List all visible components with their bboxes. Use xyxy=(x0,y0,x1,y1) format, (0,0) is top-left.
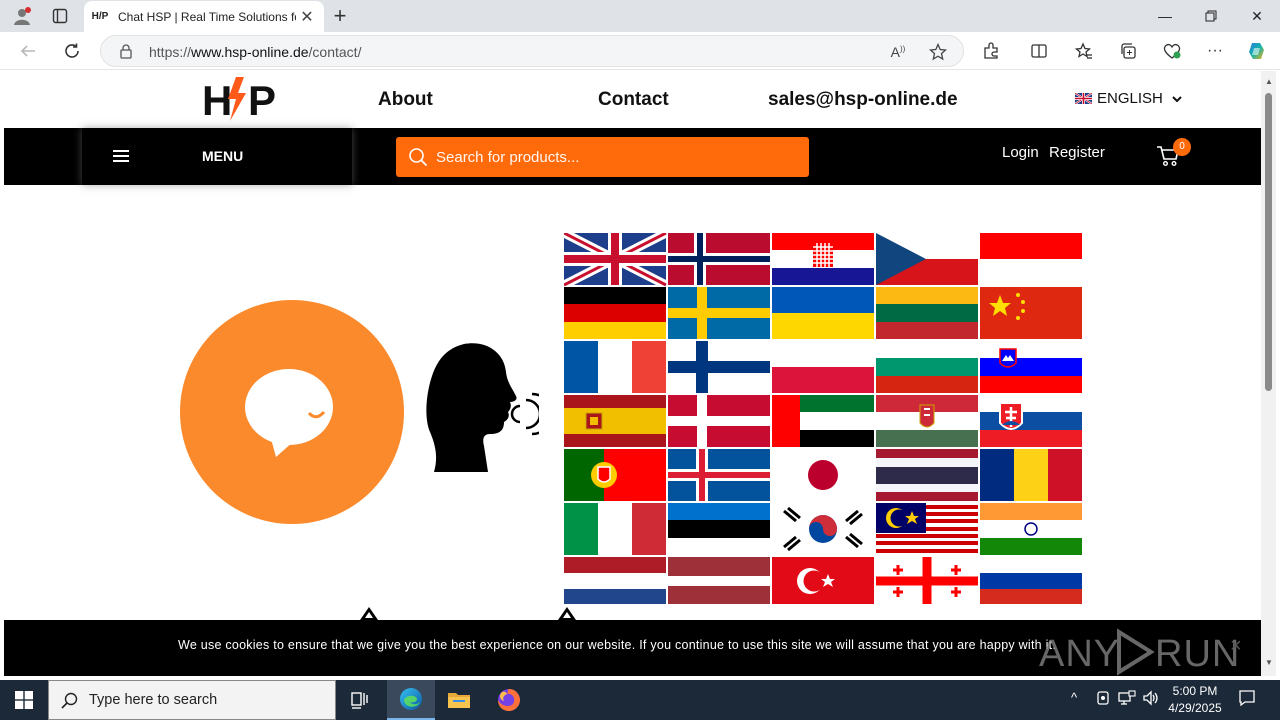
site-favicon-icon: H/P xyxy=(91,11,109,22)
url-text: https://www.hsp-online.de/contact/ xyxy=(149,44,362,60)
lock-icon xyxy=(120,44,132,59)
scroll-down-icon[interactable]: ▼ xyxy=(1264,658,1274,668)
hero-section xyxy=(4,185,1261,676)
collections-icon[interactable] xyxy=(1114,37,1142,65)
uk-flag-icon xyxy=(1075,93,1092,104)
clock-time: 5:00 PM xyxy=(1172,684,1218,698)
speaking-head-icon xyxy=(426,343,539,472)
tray-overflow-icon[interactable]: ^ xyxy=(1071,690,1077,705)
windows-logo-icon xyxy=(15,691,33,709)
page-viewport: H P About Contact sales@hsp-online.de EN… xyxy=(4,71,1261,676)
extensions-icon[interactable] xyxy=(977,37,1005,65)
clock-date: 4/29/2025 xyxy=(1168,701,1222,715)
nav-about-link[interactable]: About xyxy=(378,89,433,111)
browser-toolbar: https://www.hsp-online.de/contact/ A)) ·… xyxy=(0,32,1280,70)
language-label: ENGLISH xyxy=(1097,90,1163,107)
hsp-logo[interactable]: H P xyxy=(202,75,282,125)
favorites-icon[interactable] xyxy=(1070,37,1098,65)
network-icon[interactable] xyxy=(1118,690,1136,709)
chat-bubble-logo xyxy=(180,300,404,524)
nav-contact-link[interactable]: Contact xyxy=(598,89,669,111)
meet-now-icon[interactable] xyxy=(1096,690,1110,709)
register-link[interactable]: Register xyxy=(1049,144,1105,161)
taskbar-search[interactable]: Type here to search xyxy=(48,680,336,720)
new-tab-icon[interactable]: + xyxy=(326,3,354,28)
minimize-icon[interactable]: — xyxy=(1142,0,1188,32)
svg-text:H: H xyxy=(202,77,232,124)
tab-close-icon[interactable]: ✕ xyxy=(298,7,316,27)
more-options-icon[interactable]: ··· xyxy=(1201,37,1229,65)
restore-icon[interactable] xyxy=(1188,0,1234,32)
refresh-icon[interactable] xyxy=(58,37,86,65)
cookie-message: We use cookies to ensure that we give yo… xyxy=(178,638,1057,652)
browser-tab-active[interactable]: H/P Chat HSP | Real Time Solutions fo ✕ xyxy=(84,1,324,32)
cookie-banner: We use cookies to ensure that we give yo… xyxy=(4,620,1261,676)
firefox-icon[interactable] xyxy=(485,680,533,720)
favorite-star-icon[interactable] xyxy=(927,41,949,63)
taskbar-search-placeholder: Type here to search xyxy=(89,692,218,708)
file-explorer-icon[interactable] xyxy=(435,680,483,720)
triangle-marker-icon xyxy=(558,607,576,620)
tab-title: Chat HSP | Real Time Solutions fo xyxy=(118,9,296,24)
search-input[interactable] xyxy=(436,137,796,177)
windows-taskbar: Type here to search ^ 5:00 PM 4/29/2025 xyxy=(0,680,1280,720)
cart-count-badge: 0 xyxy=(1173,138,1191,156)
start-button[interactable] xyxy=(0,680,48,720)
site-header: H P About Contact sales@hsp-online.de EN… xyxy=(4,71,1261,128)
svg-text:P: P xyxy=(248,77,276,124)
language-flags-collage xyxy=(564,233,1082,604)
menu-toggle[interactable]: MENU xyxy=(82,128,352,185)
triangle-marker-icon xyxy=(360,607,378,620)
copilot-icon[interactable] xyxy=(1243,37,1271,65)
task-view-icon[interactable] xyxy=(336,680,384,720)
page-scrollbar[interactable]: ▲ ▼ xyxy=(1261,71,1276,676)
back-icon[interactable] xyxy=(14,37,42,65)
edge-taskbar-icon[interactable] xyxy=(387,680,435,720)
site-navbar: MENU Login Register 0 xyxy=(4,128,1261,185)
search-icon xyxy=(61,692,78,709)
menu-label: MENU xyxy=(202,148,244,164)
cookie-close-button[interactable]: × xyxy=(1230,635,1242,658)
nav-email-link[interactable]: sales@hsp-online.de xyxy=(768,89,958,111)
read-aloud-icon[interactable]: A)) xyxy=(887,41,909,63)
profile-icon[interactable] xyxy=(8,4,36,28)
notification-icon[interactable] xyxy=(1238,689,1256,710)
hamburger-icon xyxy=(113,150,129,164)
close-window-icon[interactable]: ✕ xyxy=(1234,0,1280,32)
browser-essentials-icon[interactable] xyxy=(1158,37,1186,65)
scroll-up-icon[interactable]: ▲ xyxy=(1264,77,1274,87)
system-clock[interactable]: 5:00 PM 4/29/2025 xyxy=(1158,683,1232,717)
search-icon xyxy=(409,148,428,167)
address-bar[interactable]: https://www.hsp-online.de/contact/ A)) xyxy=(100,35,964,67)
browser-tab-bar: H/P Chat HSP | Real Time Solutions fo ✕ … xyxy=(0,0,1280,32)
split-screen-icon[interactable] xyxy=(1025,37,1053,65)
tab-actions-icon[interactable] xyxy=(46,4,74,28)
language-selector[interactable]: ENGLISH xyxy=(1075,90,1185,107)
svg-text:RUN: RUN xyxy=(1155,633,1239,675)
product-search[interactable] xyxy=(396,137,809,177)
anyrun-watermark: ANY RUN xyxy=(1039,628,1239,676)
login-link[interactable]: Login xyxy=(1002,144,1039,161)
chevron-down-icon xyxy=(1172,95,1182,102)
scroll-thumb[interactable] xyxy=(1265,93,1272,391)
svg-text:ANY: ANY xyxy=(1039,633,1120,675)
